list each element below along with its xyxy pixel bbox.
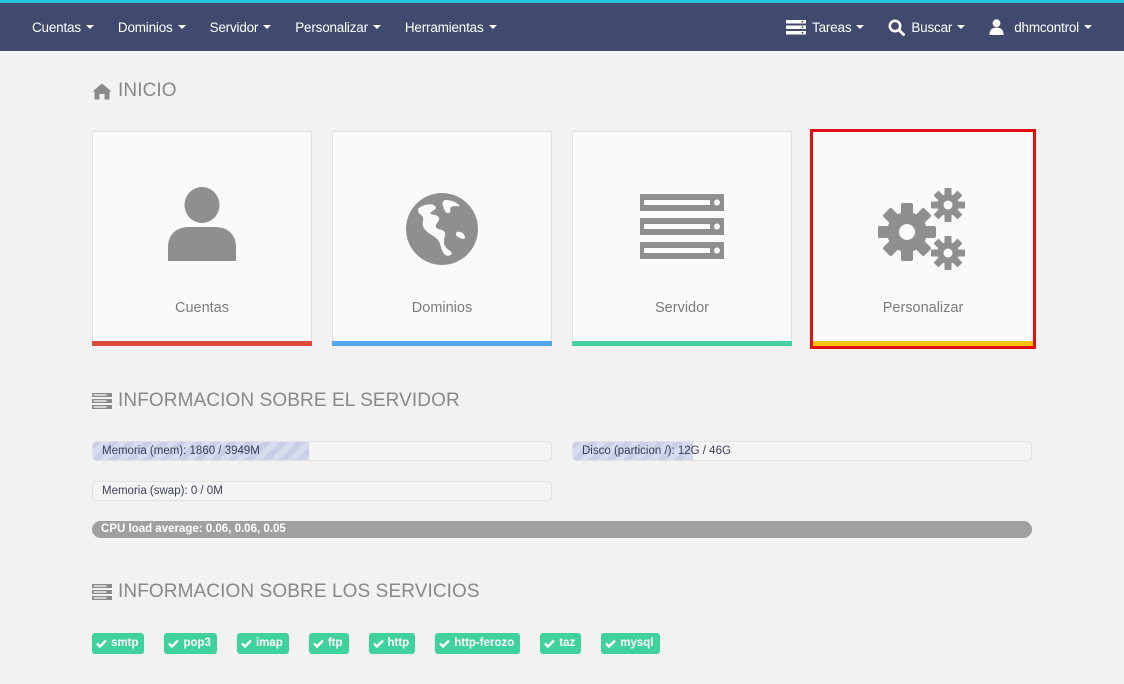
swap-meter: Memoria (swap): 0 / 0M xyxy=(92,481,552,501)
caret-down-icon xyxy=(263,25,272,29)
tile-color-bar xyxy=(92,341,312,346)
caret-down-icon xyxy=(372,25,381,29)
main-menu: Cuentas Dominios Servidor Personalizar H… xyxy=(20,3,509,51)
tasks-label: Tareas xyxy=(812,19,852,35)
caret-down-icon xyxy=(488,25,497,29)
globe-icon xyxy=(333,192,551,266)
memory-meter: Memoria (mem): 1860 / 3949M xyxy=(92,441,552,461)
service-name: http-ferozo xyxy=(454,637,515,649)
check-icon xyxy=(544,639,556,648)
menu-dominios[interactable]: Dominios xyxy=(106,3,198,51)
tile-color-bar xyxy=(332,341,552,346)
service-name: imap xyxy=(255,637,283,649)
menu-personalizar[interactable]: Personalizar xyxy=(283,3,393,51)
check-icon xyxy=(439,639,451,648)
tile-color-bar xyxy=(813,341,1033,346)
menu-cuentas[interactable]: Cuentas xyxy=(20,3,106,51)
home-icon xyxy=(92,83,112,100)
server-icon xyxy=(573,194,791,260)
tile-servidor[interactable]: Servidor xyxy=(572,131,792,346)
check-icon xyxy=(372,639,384,648)
service-name: mysql xyxy=(620,637,654,649)
check-icon xyxy=(605,639,617,648)
page-title: INICIO xyxy=(92,80,177,102)
service-name: ftp xyxy=(327,637,343,649)
swap-label: Memoria (swap): 0 / 0M xyxy=(102,485,223,497)
tile-label: Servidor xyxy=(655,300,709,316)
tile-cuentas[interactable]: Cuentas xyxy=(92,131,312,346)
service-name: smtp xyxy=(111,637,139,649)
server-icon xyxy=(92,393,112,409)
service-name: taz xyxy=(559,637,576,649)
service-badge-taz: taz xyxy=(540,633,582,654)
menu-label: Cuentas xyxy=(32,19,81,35)
tasks-icon xyxy=(786,19,807,35)
server-icon xyxy=(92,584,112,600)
service-badge-smtp: smtp xyxy=(92,633,145,654)
check-icon xyxy=(96,639,107,648)
service-badge-imap: imap xyxy=(236,633,289,654)
tile-label: Personalizar xyxy=(882,300,964,316)
user-name: dhmcontrol xyxy=(1014,19,1079,35)
menu-label: Personalizar xyxy=(295,19,368,35)
caret-down-icon xyxy=(1084,25,1092,29)
server-info-title: INFORMACION SOBRE EL SERVIDOR xyxy=(92,390,460,412)
caret-down-icon xyxy=(957,25,966,29)
check-icon xyxy=(241,639,252,648)
caret-down-icon xyxy=(85,25,94,29)
user-icon xyxy=(989,19,1004,35)
services-info-title: INFORMACION SOBRE LOS SERVICIOS xyxy=(92,581,480,603)
user-icon xyxy=(93,187,311,261)
tile-label: Dominios xyxy=(411,300,473,316)
tile-personalizar[interactable]: Personalizar xyxy=(810,129,1036,349)
service-badge-ftp: ftp xyxy=(308,633,349,654)
menu-label: Dominios xyxy=(117,19,173,35)
disk-meter: Disco (particion /): 12G / 46G xyxy=(572,441,1032,461)
search-icon xyxy=(888,19,906,36)
tile-color-bar xyxy=(572,341,792,346)
gears-icon xyxy=(813,188,1033,272)
check-icon xyxy=(312,639,324,648)
menu-label: Herramientas xyxy=(404,19,484,35)
services-list: smtp pop3 imap ftp http http-ferozo taz … xyxy=(92,633,680,654)
menu-label: Servidor xyxy=(209,19,259,35)
caret-down-icon xyxy=(177,25,186,29)
check-icon xyxy=(168,639,180,648)
service-badge-mysql: mysql xyxy=(601,633,660,654)
cpu-label: CPU load average: 0.06, 0.06, 0.05 xyxy=(101,523,286,535)
tile-dominios[interactable]: Dominios xyxy=(332,131,552,346)
service-name: http xyxy=(387,637,410,649)
top-navbar: Cuentas Dominios Servidor Personalizar H… xyxy=(0,0,1124,51)
disk-label: Disco (particion /): 12G / 46G xyxy=(582,445,731,457)
page-title-text: INICIO xyxy=(118,80,177,101)
search-label: Buscar xyxy=(911,19,953,35)
tile-label: Cuentas xyxy=(174,300,229,316)
cpu-load-bar: CPU load average: 0.06, 0.06, 0.05 xyxy=(92,521,1032,538)
services-info-title-text: INFORMACION SOBRE LOS SERVICIOS xyxy=(118,581,480,602)
menu-servidor[interactable]: Servidor xyxy=(198,3,284,51)
service-name: pop3 xyxy=(183,637,211,649)
caret-down-icon xyxy=(856,25,865,29)
search-menu[interactable]: Buscar xyxy=(876,3,977,51)
user-menu[interactable]: dhmcontrol xyxy=(977,3,1104,51)
service-badge-http-ferozo: http-ferozo xyxy=(435,633,521,654)
server-info-title-text: INFORMACION SOBRE EL SERVIDOR xyxy=(118,390,460,411)
user-menu-area: Tareas Buscar dhmcontrol xyxy=(774,3,1104,51)
memory-label: Memoria (mem): 1860 / 3949M xyxy=(102,445,260,457)
tasks-menu[interactable]: Tareas xyxy=(774,3,876,51)
service-badge-pop3: pop3 xyxy=(164,633,217,654)
service-badge-http: http xyxy=(368,633,416,654)
menu-herramientas[interactable]: Herramientas xyxy=(393,3,509,51)
